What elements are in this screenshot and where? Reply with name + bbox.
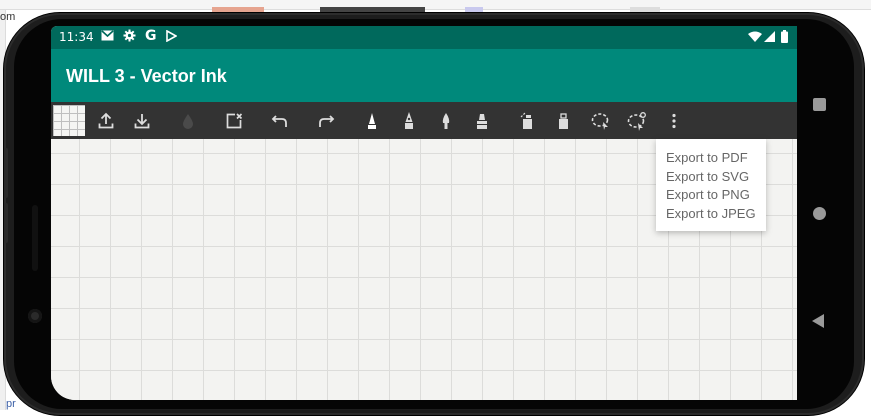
pencil-tool-button[interactable]	[359, 108, 385, 134]
upload-button[interactable]	[93, 108, 119, 134]
background-tab-fragment	[212, 7, 264, 12]
clear-canvas-button[interactable]	[221, 108, 247, 134]
export-png-menu-item[interactable]: Export to PNG	[656, 187, 766, 206]
lasso-select-button[interactable]	[588, 108, 614, 134]
download-button[interactable]	[129, 108, 155, 134]
play-store-icon	[166, 29, 178, 45]
clear-canvas-icon	[226, 113, 243, 129]
battery-icon	[781, 30, 788, 46]
whole-eraser-button[interactable]	[550, 108, 576, 134]
app-bar: WILL 3 - Vector Ink	[51, 49, 797, 102]
export-jpeg-menu-item[interactable]: Export to JPEG	[656, 206, 766, 225]
background-grid-button[interactable]	[53, 105, 85, 136]
back-triangle-icon[interactable]	[812, 314, 824, 328]
redo-icon	[319, 115, 335, 127]
background-tab-fragment	[465, 7, 483, 12]
redo-button[interactable]	[313, 108, 339, 134]
marker-icon	[477, 114, 487, 129]
front-camera	[28, 309, 42, 323]
download-icon	[134, 114, 150, 129]
pencil-icon	[368, 113, 376, 129]
home-circle-icon[interactable]	[813, 207, 826, 220]
gmail-icon	[101, 30, 114, 44]
google-icon: G	[145, 28, 157, 44]
lasso-whole-select-icon	[627, 112, 646, 131]
background-tab-fragment	[630, 7, 660, 12]
lasso-whole-select-button[interactable]	[624, 108, 650, 134]
wifi-icon	[748, 31, 762, 45]
volume-button	[4, 148, 8, 198]
undo-icon	[271, 115, 287, 127]
fountain-pen-icon	[405, 112, 413, 129]
signal-icon	[764, 31, 775, 45]
partial-eraser-button[interactable]	[514, 108, 540, 134]
more-vert-icon	[672, 113, 676, 129]
status-bar: 11:34 G	[51, 26, 797, 49]
volume-button	[4, 203, 8, 243]
export-menu: Export to PDF Export to SVG Export to PN…	[656, 139, 766, 231]
ink-drop-icon	[183, 114, 193, 129]
more-options-button[interactable]	[661, 108, 687, 134]
app-title: WILL 3 - Vector Ink	[66, 66, 227, 86]
lasso-select-icon	[591, 113, 609, 130]
phone-screen: 11:34 G WILL 3 - Vector Ink Export to PD…	[51, 26, 797, 400]
partial-eraser-icon	[520, 112, 532, 129]
whole-eraser-icon	[559, 113, 568, 129]
background-tab-fragment	[320, 7, 425, 12]
background-browser-strip	[0, 0, 871, 10]
export-pdf-menu-item[interactable]: Export to PDF	[656, 150, 766, 169]
fountain-pen-tool-button[interactable]	[396, 108, 422, 134]
overview-square-icon[interactable]	[813, 98, 826, 111]
brush-icon	[442, 113, 450, 129]
brush-tool-button[interactable]	[433, 108, 459, 134]
background-text-fragment: om	[0, 11, 16, 23]
speaker-grille	[32, 205, 38, 271]
tool-bar	[51, 102, 797, 139]
status-time: 11:34	[59, 30, 94, 44]
background-text-fragment: pr	[6, 398, 16, 410]
undo-button[interactable]	[267, 108, 293, 134]
settings-icon	[123, 29, 136, 45]
marker-tool-button[interactable]	[469, 108, 495, 134]
ink-color-button[interactable]	[175, 108, 201, 134]
upload-icon	[98, 112, 114, 129]
export-svg-menu-item[interactable]: Export to SVG	[656, 169, 766, 188]
